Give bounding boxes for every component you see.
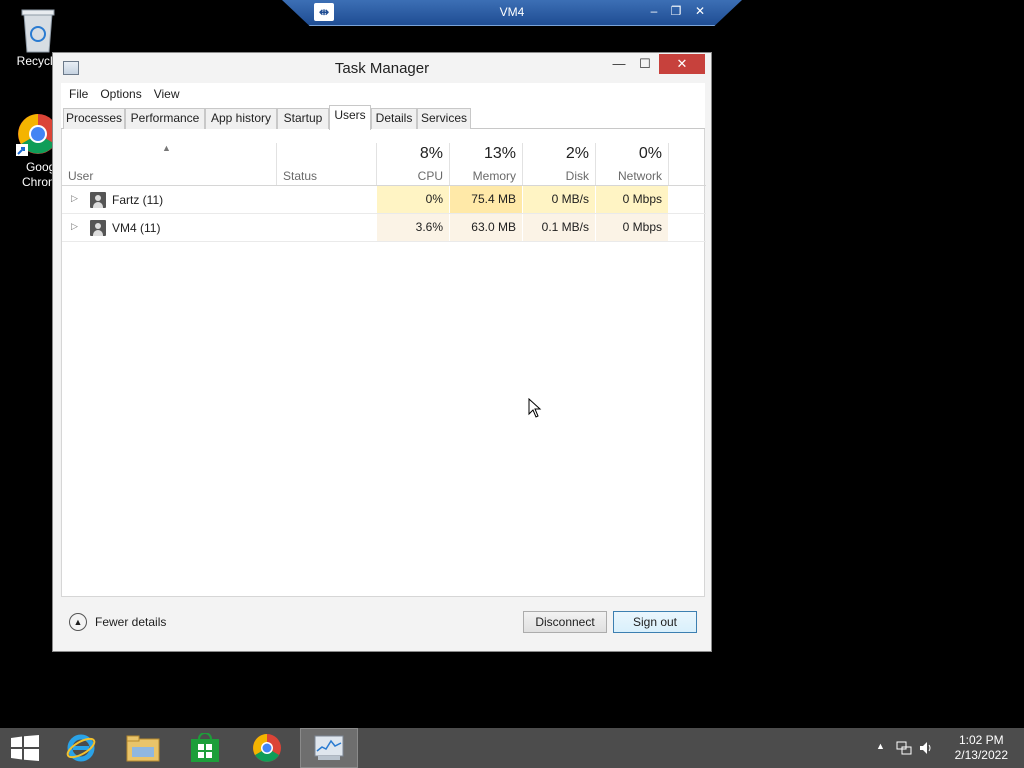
volume-icon[interactable] bbox=[918, 740, 934, 756]
fewer-details-link[interactable]: ▲ Fewer details bbox=[69, 613, 166, 631]
show-hidden-icons-icon[interactable]: ▲ bbox=[876, 741, 885, 751]
memory-value: 75.4 MB bbox=[450, 186, 523, 213]
mouse-cursor-icon bbox=[528, 398, 542, 418]
column-disk-label: Disk bbox=[565, 169, 589, 183]
memory-value: 63.0 MB bbox=[450, 214, 523, 241]
taskbar-chrome[interactable] bbox=[238, 728, 296, 768]
expand-chevron-icon[interactable]: ▷ bbox=[71, 221, 78, 232]
task-manager-window: Task Manager — ☐ ✕ File Options View Pro… bbox=[52, 52, 712, 652]
taskbar-internet-explorer[interactable] bbox=[52, 728, 110, 768]
column-network-label: Network bbox=[617, 169, 662, 183]
table-row[interactable]: ▷ Fartz (11) 0% 75.4 MB 0 MB/s 0 Mbps bbox=[62, 186, 706, 214]
column-disk[interactable]: 2% Disk bbox=[523, 143, 596, 185]
column-status[interactable]: Status bbox=[277, 143, 377, 185]
column-network[interactable]: 0% Network bbox=[596, 143, 669, 185]
cpu-total: 8% bbox=[419, 145, 443, 162]
memory-total: 13% bbox=[483, 145, 516, 162]
remote-desktop-bar: ⇹ VM4 – ❐ ✕ bbox=[282, 0, 742, 26]
clock-time: 1:02 PM bbox=[958, 733, 1004, 747]
sign-out-button[interactable]: Sign out bbox=[613, 611, 697, 633]
taskbar-file-explorer[interactable] bbox=[114, 728, 172, 768]
collapse-chevron-icon: ▲ bbox=[69, 613, 87, 631]
disconnect-button[interactable]: Disconnect bbox=[523, 611, 607, 633]
user-name: VM4 (11) bbox=[112, 221, 161, 235]
close-button[interactable]: ✕ bbox=[659, 54, 705, 74]
taskbar-task-manager[interactable] bbox=[300, 728, 358, 768]
cpu-value: 3.6% bbox=[377, 214, 450, 241]
folder-icon bbox=[126, 735, 160, 762]
user-name: Fartz (11) bbox=[112, 193, 164, 207]
column-memory[interactable]: 13% Memory bbox=[450, 143, 523, 185]
tab-performance[interactable]: Performance bbox=[125, 108, 205, 129]
chrome-icon bbox=[253, 734, 281, 762]
taskbar: ▲ 1:02 PM 2/13/2022 bbox=[0, 728, 1024, 768]
store-icon bbox=[191, 733, 219, 762]
network-icon[interactable] bbox=[896, 740, 912, 756]
cpu-value: 0% bbox=[377, 186, 450, 213]
column-status-label: Status bbox=[283, 169, 318, 183]
taskbar-store[interactable] bbox=[176, 728, 234, 768]
task-manager-icon bbox=[314, 735, 344, 760]
recycle-bin-icon bbox=[21, 9, 55, 53]
menu-bar: File Options View bbox=[61, 83, 705, 105]
user-icon bbox=[90, 192, 106, 208]
tab-strip: Processes Performance App history Startu… bbox=[61, 105, 705, 130]
system-tray: ▲ 1:02 PM 2/13/2022 bbox=[874, 728, 1024, 768]
network-value: 0 Mbps bbox=[596, 186, 669, 213]
minimize-button[interactable]: — bbox=[605, 53, 633, 75]
windows-logo-icon bbox=[11, 735, 39, 761]
disk-total: 2% bbox=[565, 145, 589, 162]
tab-details[interactable]: Details bbox=[371, 108, 417, 129]
desktop: Recycle Googl Chrom ⇹ VM4 – ❐ ✕ Task Man… bbox=[0, 0, 1024, 728]
start-button[interactable] bbox=[0, 728, 50, 768]
menu-file[interactable]: File bbox=[63, 87, 94, 101]
clock-date: 2/13/2022 bbox=[954, 748, 1008, 762]
tab-startup[interactable]: Startup bbox=[277, 108, 329, 129]
footer-bar: ▲ Fewer details Disconnect Sign out bbox=[61, 597, 705, 643]
rdp-close-button[interactable]: ✕ bbox=[692, 4, 708, 18]
column-memory-label: Memory bbox=[472, 169, 516, 183]
column-cpu[interactable]: 8% CPU bbox=[377, 143, 450, 185]
tab-services[interactable]: Services bbox=[417, 108, 471, 129]
column-cpu-label: CPU bbox=[417, 169, 443, 183]
tab-processes[interactable]: Processes bbox=[63, 108, 125, 129]
column-user-label: User bbox=[68, 169, 94, 183]
tab-app-history[interactable]: App history bbox=[205, 108, 277, 129]
user-icon bbox=[90, 220, 106, 236]
column-user[interactable]: User bbox=[62, 143, 277, 185]
users-panel: ▲ User Status 8% CPU 13% Memory 2% Disk … bbox=[61, 129, 706, 597]
table-row[interactable]: ▷ VM4 (11) 3.6% 63.0 MB 0.1 MB/s 0 Mbps bbox=[62, 214, 706, 242]
rdp-minimize-button[interactable]: – bbox=[646, 4, 662, 18]
network-total: 0% bbox=[638, 145, 662, 162]
maximize-button[interactable]: ☐ bbox=[631, 53, 659, 75]
rdp-restore-button[interactable]: ❐ bbox=[668, 4, 684, 18]
fewer-details-label: Fewer details bbox=[95, 615, 167, 629]
expand-chevron-icon[interactable]: ▷ bbox=[71, 193, 78, 204]
menu-options[interactable]: Options bbox=[94, 87, 147, 101]
network-value: 0 Mbps bbox=[596, 214, 669, 241]
internet-explorer-icon bbox=[66, 734, 96, 762]
disk-value: 0.1 MB/s bbox=[523, 214, 596, 241]
menu-view[interactable]: View bbox=[148, 87, 186, 101]
disk-value: 0 MB/s bbox=[523, 186, 596, 213]
clock[interactable]: 1:02 PM 2/13/2022 bbox=[955, 733, 1008, 763]
tab-users[interactable]: Users bbox=[329, 105, 371, 130]
title-bar[interactable]: Task Manager — ☐ ✕ bbox=[53, 53, 711, 83]
